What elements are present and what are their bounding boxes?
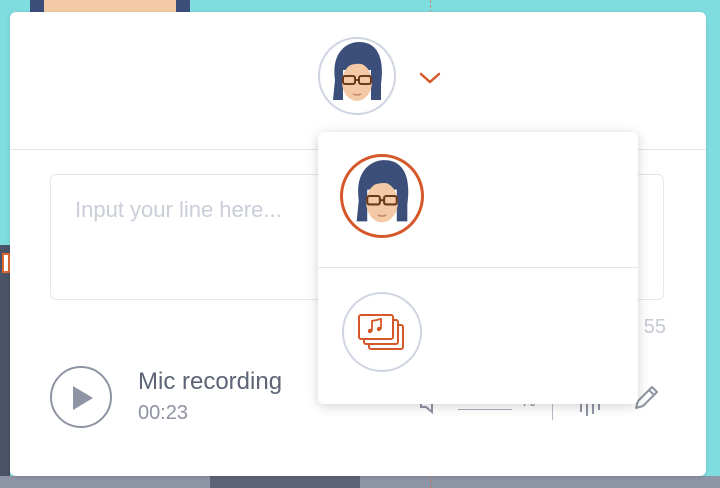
character-avatar-icon (356, 160, 409, 223)
background-timeline (0, 476, 720, 488)
recording-duration: 00:23 (138, 402, 189, 424)
character-avatar-icon (333, 42, 382, 101)
media-files-icon (358, 314, 404, 350)
recording-title: Mic recording (138, 368, 283, 395)
dropdown-item-media[interactable] (318, 268, 638, 404)
character-selector-button[interactable] (318, 37, 396, 115)
play-icon (73, 386, 93, 410)
selected-character-avatar (340, 154, 424, 238)
character-count: 55 (643, 316, 666, 338)
character-dropdown (318, 132, 638, 404)
background-marker (2, 253, 10, 273)
chevron-down-icon[interactable] (418, 68, 442, 88)
play-button[interactable] (50, 366, 112, 428)
dropdown-item-character[interactable] (318, 132, 638, 268)
background-character (30, 0, 190, 12)
panel-header (10, 12, 706, 150)
background-strip (0, 245, 10, 488)
background-timeline-clip (210, 476, 360, 488)
media-option (342, 292, 422, 372)
